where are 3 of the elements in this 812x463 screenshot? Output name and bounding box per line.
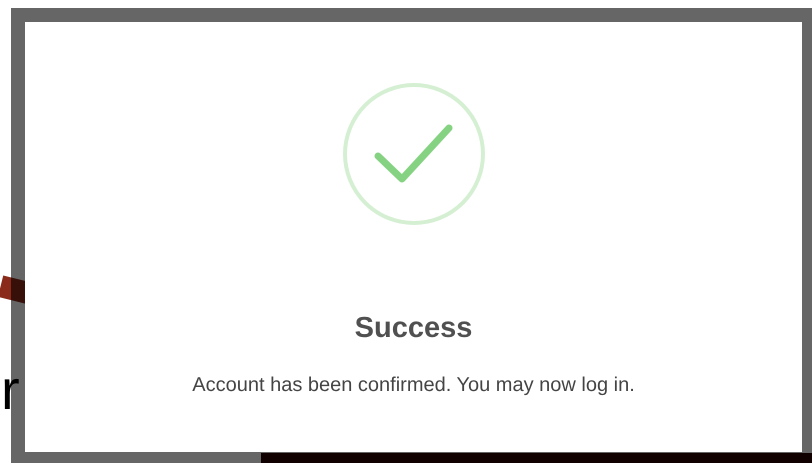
checkmark-icon [340, 81, 486, 227]
dialog-title: Success [354, 311, 472, 345]
dialog-message: Account has been confirmed. You may now log in. [192, 373, 635, 397]
